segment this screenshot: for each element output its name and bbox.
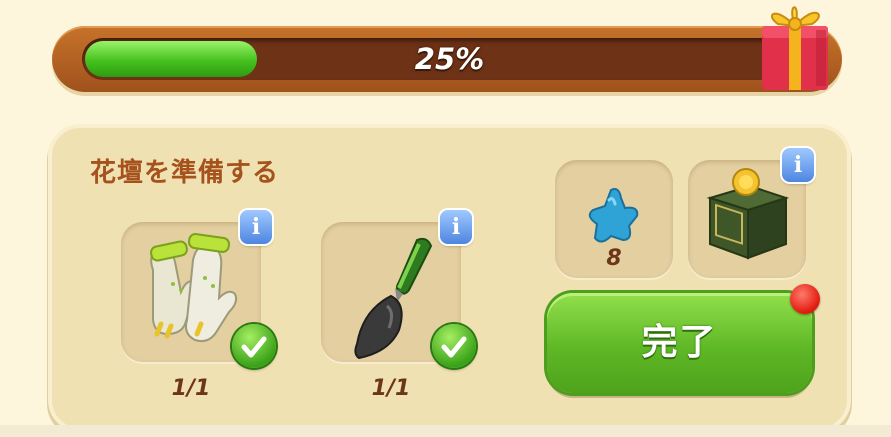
info-button-trowel[interactable]: i [440,210,472,244]
check-icon-trowel [432,324,476,368]
item-count-gloves: 1/1 [171,376,211,401]
info-button-coin-box[interactable]: i [782,148,814,182]
task-title: 花壇を準備する [90,158,280,188]
progress-percent: 25% [414,42,485,76]
complete-button[interactable]: 完了 [547,293,812,393]
reward-star-value: 8 [606,246,622,271]
notification-dot [790,284,820,314]
gift-box-icon[interactable] [756,0,834,92]
progress-bar: 25% [82,38,817,80]
check-icon-gloves [232,324,276,368]
bottom-strip [0,425,891,437]
info-button-gloves[interactable]: i [240,210,272,244]
item-count-trowel: 1/1 [371,376,411,401]
